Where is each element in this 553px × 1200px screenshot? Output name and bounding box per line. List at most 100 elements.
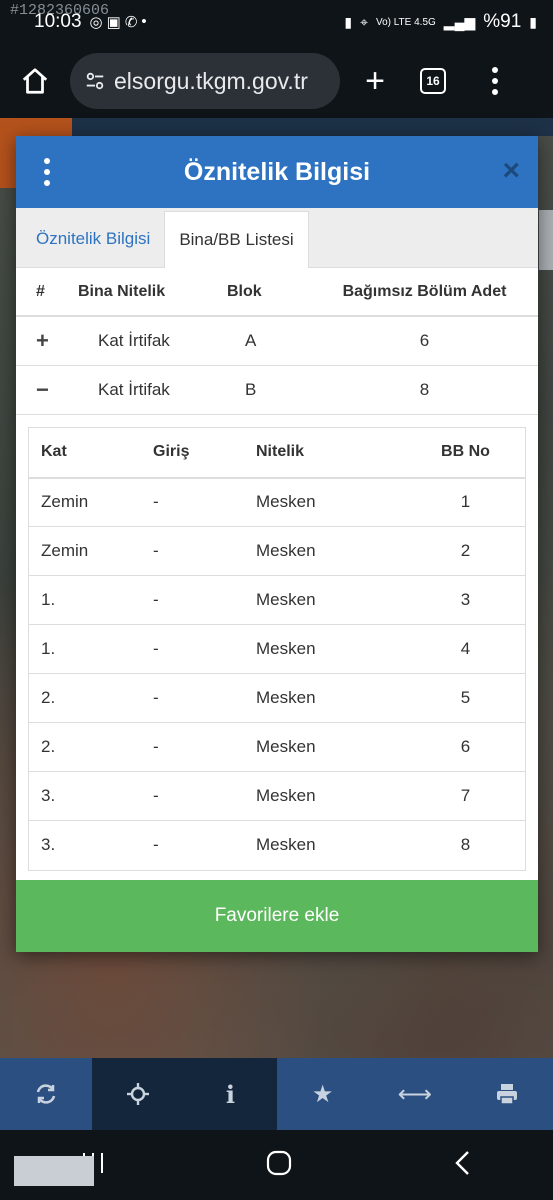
floor-cell: 1. [29, 575, 153, 625]
modal-header: Öznitelik Bilgisi × [16, 136, 538, 208]
unit-row: 1. - Mesken 3 [29, 575, 525, 625]
back-chevron-icon [455, 1150, 469, 1175]
col-unit-no: BB No [406, 427, 525, 479]
unit-row: 3. - Mesken 7 [29, 771, 525, 821]
quality-cell: Mesken [256, 835, 316, 855]
unit-count-cell: 6 [311, 316, 538, 366]
unit-row: 2. - Mesken 5 [29, 673, 525, 723]
col-building-type: Bina Nitelik [66, 268, 221, 317]
floor-cell: 1. [29, 624, 153, 674]
building-table-header: # Bina Nitelik Blok Bağımsız Bölüm Adet [16, 268, 538, 317]
plus-icon: + [365, 61, 385, 100]
expand-button[interactable]: + [36, 328, 49, 353]
entrance-cell: - [153, 722, 256, 772]
entrance-cell: - [153, 673, 256, 723]
unit-no-cell: 4 [406, 624, 525, 674]
unit-no-cell: 3 [406, 575, 525, 625]
info-icon: i [225, 1079, 235, 1109]
tab-attribute-info[interactable]: Öznitelik Bilgisi [22, 211, 164, 267]
unit-no-cell: 7 [406, 771, 525, 821]
measure-button[interactable]: ⟷ [369, 1058, 461, 1130]
star-icon: ★ [311, 1080, 334, 1108]
building-table: # Bina Nitelik Blok Bağımsız Bölüm Adet … [16, 268, 538, 415]
home-circle-icon [267, 1150, 292, 1175]
modal-title: Öznitelik Bilgisi [183, 157, 371, 186]
entrance-cell: - [153, 575, 256, 625]
site-settings-icon[interactable] [82, 68, 108, 94]
home-icon [22, 68, 48, 94]
map-toolbar: i ★ ⟷ [0, 1058, 553, 1130]
battery-level: %91 [483, 11, 522, 32]
independent-unit-table-wrapper: Kat Giriş Nitelik BB No Zemin - Mesken 1 Zem… [28, 426, 526, 871]
entrance-cell: - [153, 624, 256, 674]
col-floor: Kat [29, 427, 153, 479]
block-cell: B [221, 365, 311, 415]
info-button[interactable]: i [184, 1058, 277, 1130]
location-icon: ⌖ [360, 13, 368, 30]
home-nav-button[interactable] [266, 1150, 292, 1181]
browser-toolbar: elsorgu.tkgm.gov.tr + 16 [0, 44, 553, 118]
arrows-horizontal-icon: ⟷ [397, 1080, 432, 1108]
scrollbar[interactable] [539, 210, 553, 270]
building-row[interactable]: − Kat İrtifak B 8 [16, 365, 538, 415]
floor-cell: 2. [29, 673, 153, 723]
map-header-strip [72, 118, 553, 136]
back-button[interactable] [453, 1150, 473, 1181]
notification-icons: ◎ ▣ ✆ • [90, 13, 147, 31]
building-row[interactable]: + Kat İrtifak A 6 [16, 316, 538, 366]
refresh-button[interactable] [0, 1058, 92, 1130]
unit-table-header: Kat Giriş Nitelik BB No [29, 427, 525, 479]
print-button[interactable] [461, 1058, 553, 1130]
unit-no-cell: 8 [460, 835, 471, 855]
entrance-cell: - [153, 835, 159, 855]
address-bar[interactable]: elsorgu.tkgm.gov.tr [70, 53, 340, 109]
nfc-icon: ▮ [344, 13, 353, 30]
quality-cell: Mesken [256, 673, 406, 723]
locate-button[interactable] [92, 1058, 185, 1130]
refresh-icon [36, 1084, 56, 1104]
unit-no-cell: 2 [406, 526, 525, 576]
quality-cell: Mesken [256, 624, 406, 674]
block-cell: A [221, 316, 311, 366]
quality-cell: Mesken [256, 575, 406, 625]
new-tab-button[interactable]: + [340, 62, 410, 101]
col-block: Blok [221, 268, 311, 317]
status-bar: #1282360606 10:03 ◎ ▣ ✆ • ▮ ⌖ Vo) LTE 4.… [0, 0, 553, 44]
building-type-cell: Kat İrtifak [66, 365, 221, 415]
floor-cell: 3. [29, 771, 153, 821]
signal-icon: ▂▄▆ [443, 13, 476, 30]
attribute-info-modal: Öznitelik Bilgisi × Öznitelik Bilgisi Bi… [16, 136, 538, 952]
phone-icon: ✆ [124, 14, 138, 31]
whatsapp-icon: ◎ [89, 14, 103, 31]
modal-menu-button[interactable] [44, 158, 50, 186]
collapse-button[interactable]: − [36, 377, 49, 402]
system-nav-bar [0, 1130, 553, 1200]
col-hash: # [16, 268, 66, 317]
modal-tabs: Öznitelik Bilgisi Bina/BB Listesi [16, 208, 538, 268]
gallery-icon: ▣ [106, 14, 121, 31]
unit-row: 2. - Mesken 6 [29, 722, 525, 772]
tab-building-list[interactable]: Bina/BB Listesi [164, 211, 309, 268]
quality-cell: Mesken [256, 771, 406, 821]
col-quality: Nitelik [256, 427, 406, 479]
quality-cell: Mesken [256, 477, 406, 527]
add-to-favorites-button[interactable]: Favorilere ekle [16, 880, 538, 952]
unit-row: Zemin - Mesken 1 [29, 477, 525, 527]
favorites-button[interactable]: ★ [277, 1058, 369, 1130]
browser-menu-button[interactable] [492, 67, 498, 95]
independent-unit-table: Kat Giriş Nitelik BB No Zemin - Mesken 1 Zem… [29, 427, 525, 870]
floor-cell: 2. [29, 722, 153, 772]
close-button[interactable]: × [502, 156, 520, 186]
home-button[interactable] [0, 66, 70, 96]
col-unit-count: Bağımsız Bölüm Adet [311, 268, 538, 317]
url-text: elsorgu.tkgm.gov.tr [114, 67, 308, 94]
tab-switcher-button[interactable]: 16 [420, 68, 446, 94]
floor-cell: Zemin [29, 526, 153, 576]
unit-no-cell: 5 [406, 673, 525, 723]
unit-row: 1. - Mesken 4 [29, 624, 525, 674]
entrance-cell: - [153, 771, 256, 821]
unit-row: Zemin - Mesken 2 [29, 526, 525, 576]
quality-cell: Mesken [256, 722, 406, 772]
network-label: Vo) LTE 4.5G [375, 16, 436, 28]
crosshair-icon [127, 1083, 150, 1105]
